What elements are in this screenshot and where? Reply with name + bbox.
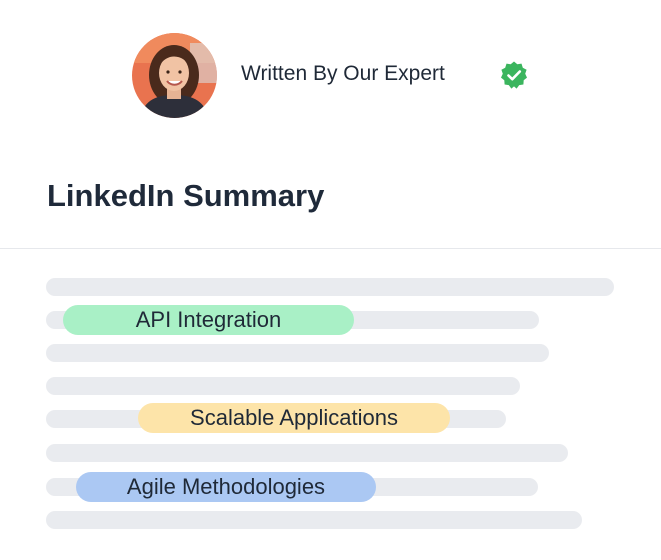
keyword-label: Scalable Applications <box>190 405 398 430</box>
page-title: LinkedIn Summary <box>47 178 325 213</box>
keyword-agile-methodologies: Agile Methodologies <box>76 472 376 502</box>
placeholder-line <box>46 344 549 362</box>
keyword-api-integration: API Integration <box>63 305 354 335</box>
placeholder-line <box>46 511 582 529</box>
author-label: Written By Our Expert <box>241 62 445 85</box>
placeholder-line <box>46 278 614 296</box>
expert-summary-card: Written By Our Expert LinkedIn Summary A… <box>0 0 661 560</box>
section-divider <box>0 248 661 249</box>
placeholder-line <box>46 444 568 462</box>
placeholder-line <box>46 377 520 395</box>
expert-avatar <box>132 33 217 118</box>
keyword-label: API Integration <box>135 307 282 332</box>
keyword-scalable-applications: Scalable Applications <box>138 403 450 433</box>
verified-badge-icon <box>499 60 529 90</box>
keyword-label: Agile Methodologies <box>126 474 326 499</box>
